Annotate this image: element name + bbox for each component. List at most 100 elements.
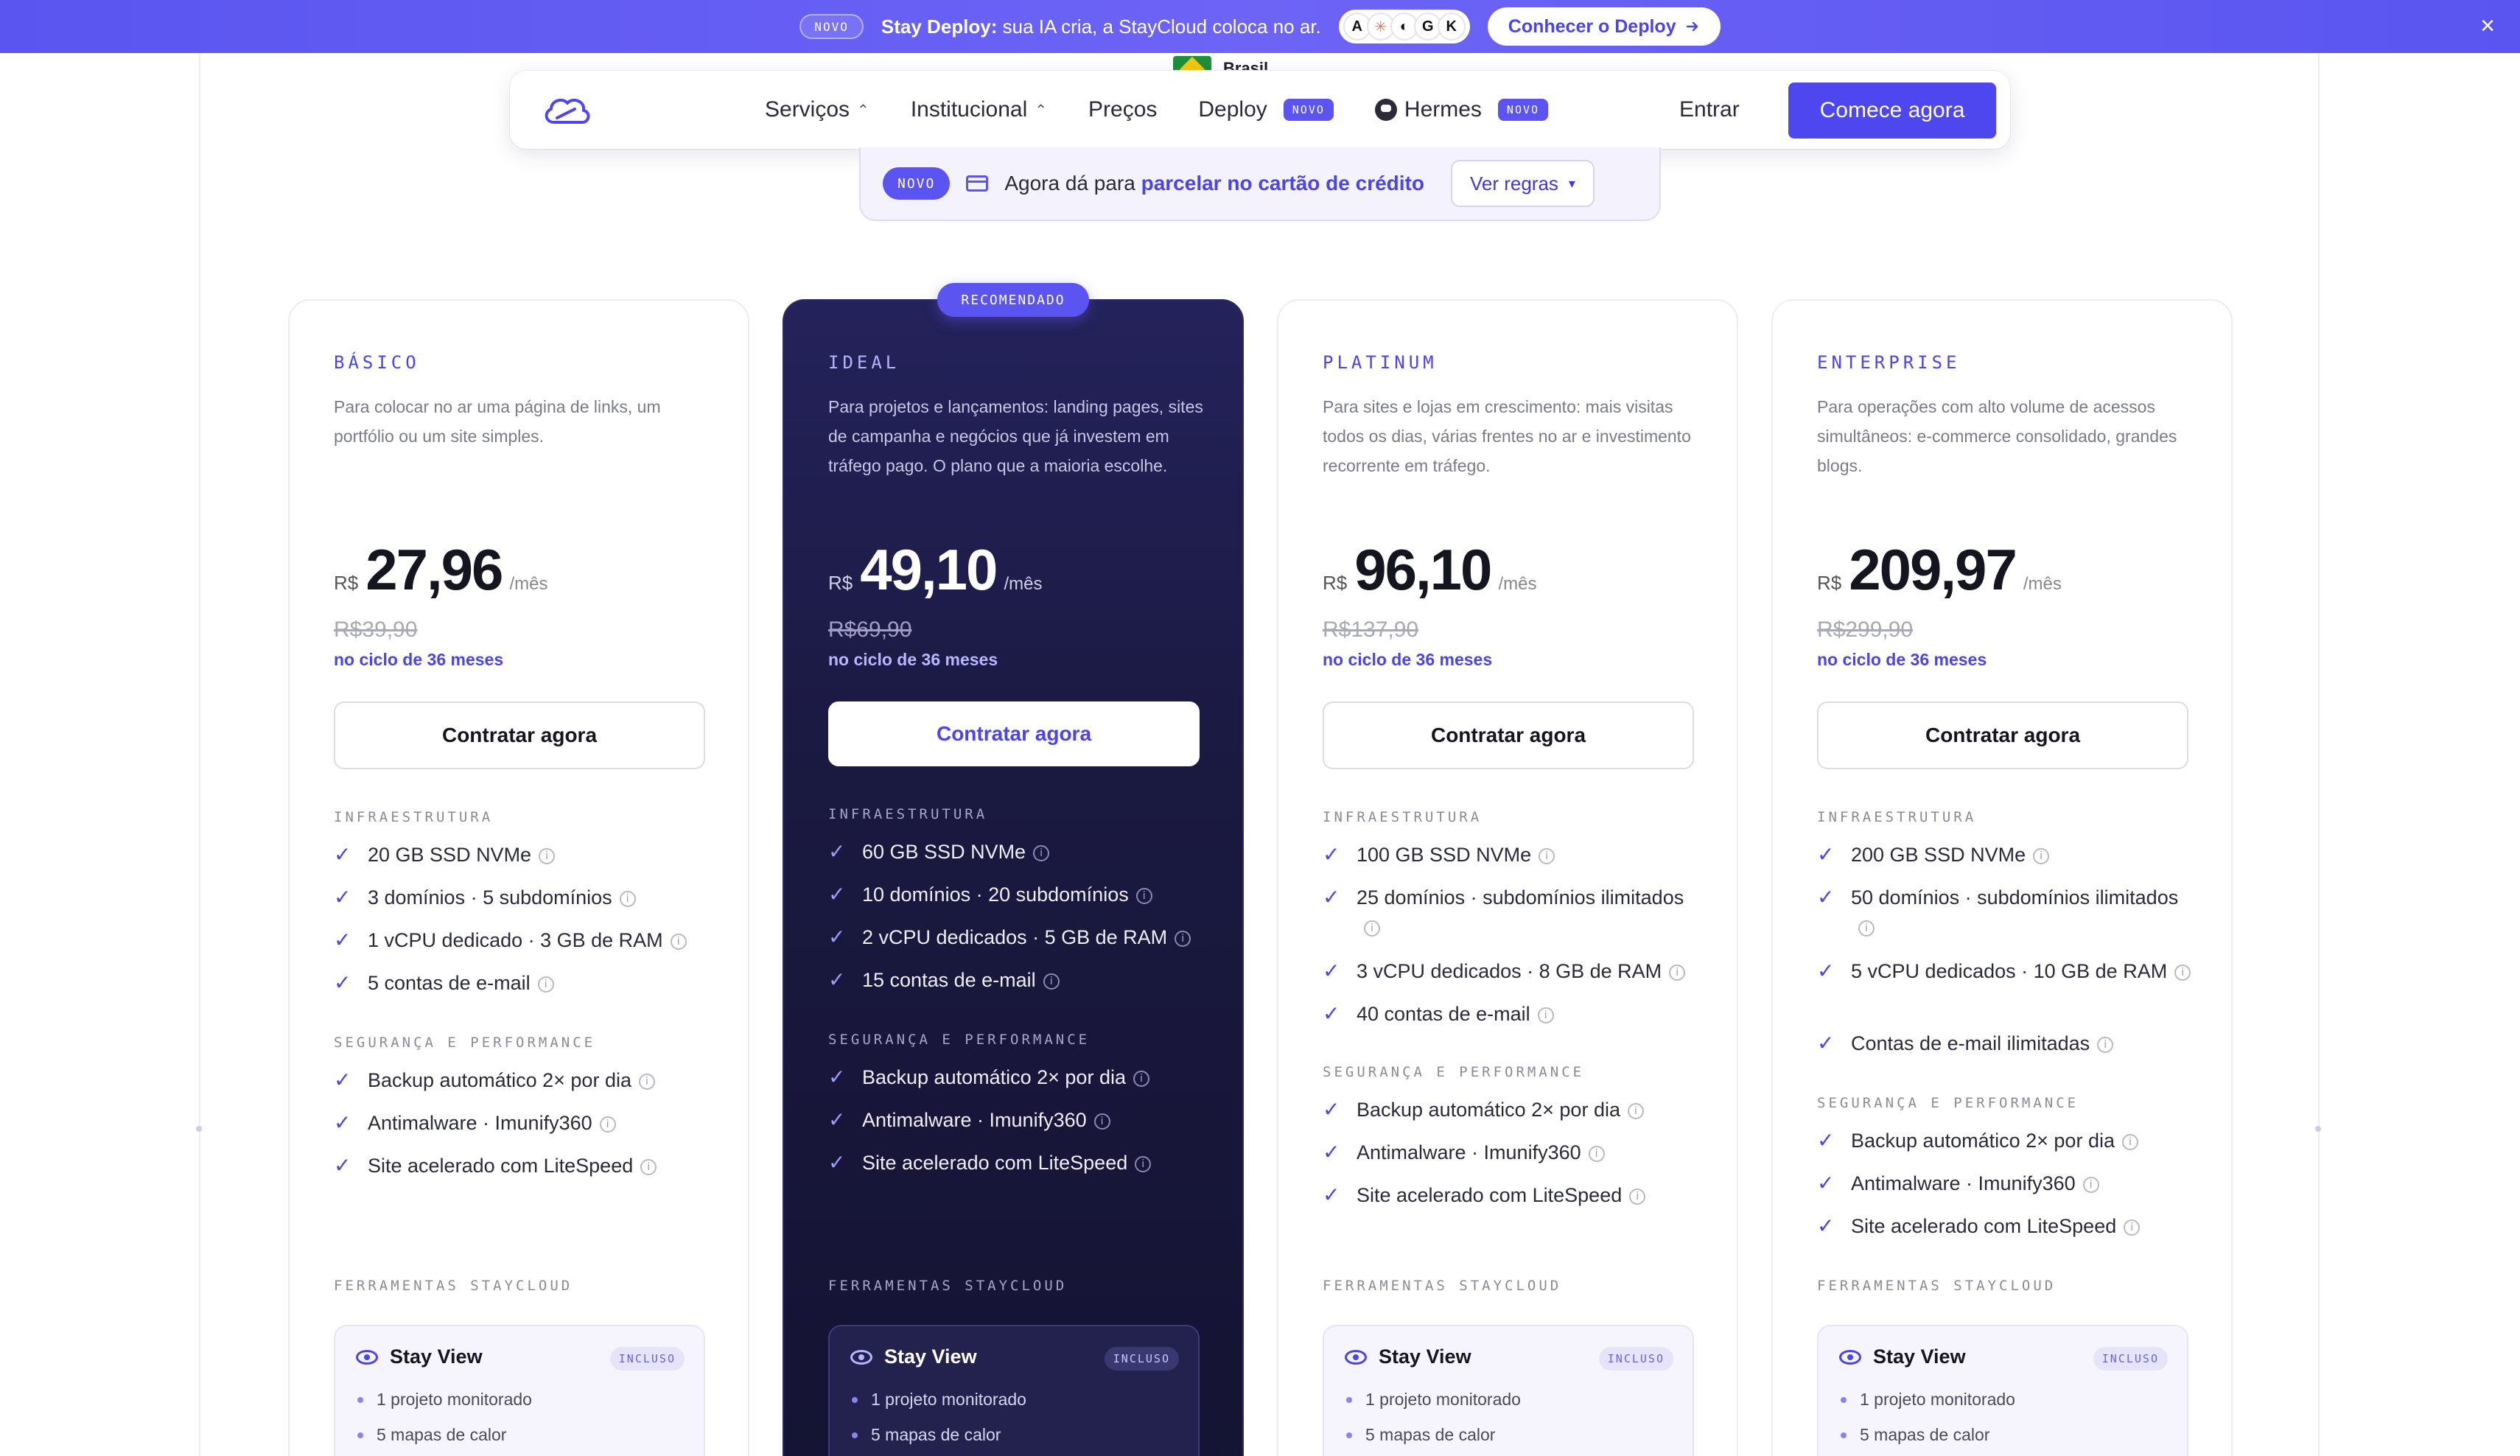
deploy-cta-button[interactable]: Conhecer o Deploy — [1487, 7, 1721, 46]
recommended-badge: RECOMENDADO — [937, 283, 1089, 317]
currency: R$ — [1323, 572, 1348, 594]
info-icon[interactable]: i — [1133, 1070, 1149, 1087]
feature-item: ✓ Backup automático 2× por dia i — [828, 1063, 1204, 1092]
chevron-down-icon: ▾ — [1568, 175, 1575, 191]
feature-item: ✓ 5 vCPU dedicados · 10 GB de RAM i — [1817, 956, 2193, 986]
ai-logos: A ✳ ◐ G K — [1338, 10, 1470, 43]
contract-button[interactable]: Contratar agora — [1817, 701, 2188, 769]
info-icon[interactable]: i — [1858, 920, 1875, 937]
feature-item: ✓ 3 vCPU dedicados · 8 GB de RAM i — [1323, 956, 1698, 986]
tool-item-text: 1 projeto monitorado — [377, 1390, 532, 1409]
info-icon[interactable]: i — [2124, 1219, 2141, 1236]
close-icon[interactable]: × — [2480, 13, 2495, 38]
new-badge: NOVO — [1283, 99, 1334, 121]
chevron-updown-icon: ⌃ — [857, 102, 869, 119]
price-period: /mês — [509, 574, 548, 594]
tool-head: Stay View — [356, 1345, 483, 1368]
nav-label: Institucional — [910, 97, 1028, 122]
feature-item: ✓ Site acelerado com LiteSpeed i — [1817, 1211, 2193, 1241]
info-icon[interactable]: i — [619, 890, 636, 907]
check-icon: ✓ — [828, 883, 846, 906]
info-icon[interactable]: i — [2174, 964, 2191, 981]
start-now-button[interactable]: Comece agora — [1788, 83, 1996, 139]
nav-item-hermes[interactable]: Hermes NOVO — [1374, 97, 1549, 122]
feature-text: 1 vCPU dedicado · 3 GB de RAM — [368, 929, 663, 951]
info-icon[interactable]: i — [2082, 1176, 2099, 1193]
contract-button[interactable]: Contratar agora — [334, 701, 705, 769]
feature-text: 60 GB SSD NVMe — [862, 841, 1026, 863]
info-icon[interactable]: i — [670, 933, 687, 950]
nav-item-institucional[interactable]: Institucional ⌃ — [911, 97, 1047, 122]
tool-name: Stay View — [884, 1345, 977, 1368]
check-icon: ✓ — [334, 1068, 351, 1091]
info-icon[interactable]: i — [1588, 1145, 1605, 1162]
check-icon: ✓ — [1323, 1002, 1340, 1025]
old-price: R$299,90 — [1817, 617, 1914, 642]
nav-label: Hermes — [1404, 97, 1482, 122]
tool-item-text: 1 projeto monitorado — [1365, 1390, 1521, 1409]
price-amount: 27,96 — [365, 537, 503, 602]
info-icon[interactable]: i — [1537, 1007, 1554, 1023]
info-icon[interactable]: i — [1627, 1102, 1644, 1119]
info-icon[interactable]: i — [1364, 920, 1380, 937]
feature-text: Backup automático 2× por dia — [368, 1069, 631, 1091]
tool-head: Stay View — [1839, 1345, 1966, 1368]
announcement-brand: Stay Deploy: — [881, 15, 998, 38]
check-icon: ✓ — [1323, 1098, 1340, 1121]
check-icon: ✓ — [1817, 1032, 1835, 1054]
info-icon[interactable]: i — [1093, 1113, 1110, 1130]
tool-list-item: 5 mapas de calor — [1346, 1425, 1495, 1445]
check-icon: ✓ — [1817, 886, 1835, 909]
check-icon: ✓ — [1323, 959, 1340, 982]
info-icon[interactable]: i — [2033, 847, 2050, 864]
tool-list-item: 5 mapas de calor — [1841, 1425, 1989, 1445]
info-icon[interactable]: i — [537, 976, 554, 993]
feature-item: ✓ 5 contas de e-mail i — [334, 968, 710, 998]
info-icon[interactable]: i — [640, 1158, 657, 1175]
price: R$ 49,10 /mês — [828, 536, 1042, 603]
contract-button[interactable]: Contratar agora — [828, 701, 1200, 766]
old-price: R$69,90 — [828, 617, 912, 642]
tool-list-item: 1 projeto monitorado — [357, 1390, 532, 1410]
plan-card-enterprise: ENTERPRISE Para operações com alto volum… — [1771, 299, 2233, 1456]
staycloud-logo-icon[interactable] — [541, 93, 592, 127]
feature-item: ✓ Antimalware · Imunify360 i — [1323, 1138, 1698, 1167]
info-icon[interactable]: i — [539, 847, 556, 864]
contract-button[interactable]: Contratar agora — [1323, 701, 1694, 769]
included-badge: INCLUSO — [1104, 1347, 1179, 1371]
login-link[interactable]: Entrar — [1679, 97, 1740, 122]
feature-item: ✓ Backup automático 2× por dia i — [1817, 1126, 2193, 1155]
feature-text: 3 domínios · 5 subdomínios — [368, 886, 612, 909]
info-icon[interactable]: i — [599, 1116, 616, 1133]
infra-label: INFRAESTRUTURA — [1817, 809, 1977, 825]
info-icon[interactable]: i — [1043, 973, 1060, 990]
info-icon[interactable]: i — [2097, 1036, 2114, 1053]
info-icon[interactable]: i — [1175, 930, 1191, 947]
view-rules-button[interactable]: Ver regras ▾ — [1450, 160, 1595, 207]
feature-text: 200 GB SSD NVMe — [1851, 844, 2026, 866]
old-price: R$39,90 — [334, 617, 418, 642]
info-icon[interactable]: i — [1033, 844, 1050, 861]
info-icon[interactable]: i — [638, 1073, 655, 1090]
info-icon[interactable]: i — [1135, 887, 1152, 904]
info-icon[interactable]: i — [1135, 1155, 1152, 1172]
info-icon[interactable]: i — [1629, 1188, 1646, 1205]
feature-text: Contas de e-mail ilimitadas — [1851, 1032, 2090, 1054]
eye-icon — [356, 1349, 378, 1365]
tool-item-text: 5 mapas de calor — [1365, 1425, 1496, 1444]
nav-item-servicos[interactable]: Serviços ⌃ — [765, 97, 869, 122]
nav-item-deploy[interactable]: Deploy NOVO — [1198, 97, 1334, 122]
tool-list-item: 5 mapas de calor — [357, 1425, 506, 1445]
feature-text: Backup automático 2× por dia — [862, 1066, 1126, 1088]
check-icon: ✓ — [334, 928, 351, 951]
info-icon[interactable]: i — [2121, 1133, 2138, 1150]
info-icon[interactable]: i — [1669, 964, 1686, 981]
feature-item: ✓ 100 GB SSD NVMe i — [1323, 840, 1698, 869]
price-period: /mês — [2023, 574, 2062, 594]
feature-text: Antimalware · Imunify360 — [1357, 1141, 1581, 1163]
frame-line-right — [2318, 53, 2320, 1456]
nav-item-precos[interactable]: Preços — [1088, 97, 1157, 122]
tools-label: FERRAMENTAS STAYCLOUD — [334, 1278, 573, 1294]
info-icon[interactable]: i — [1539, 847, 1555, 864]
installment-notice: NOVO Agora dá para parcelar no cartão de… — [859, 147, 1661, 221]
